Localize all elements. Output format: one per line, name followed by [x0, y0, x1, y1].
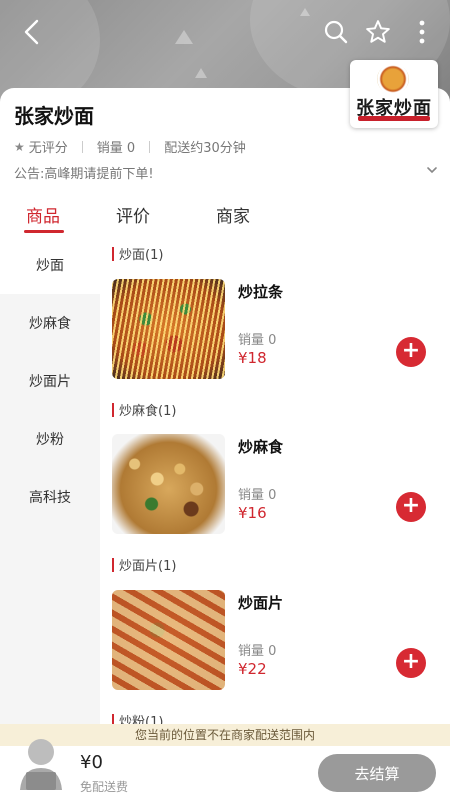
dish-sales: 销量 0 [238, 488, 277, 503]
category-header: 炒面片(1) [112, 555, 176, 574]
dish-price: ¥18 [238, 349, 267, 367]
dish-price: ¥16 [238, 504, 267, 522]
delivery-time: 配送约30分钟 [164, 141, 246, 156]
tab-goods[interactable]: 商品 [26, 202, 60, 227]
category-header: 炒麻食(1) [112, 400, 176, 419]
sidebar-item-chaomashi[interactable]: 炒麻食 [0, 294, 100, 352]
category-header: 炒面(1) [112, 244, 163, 263]
plus-icon: + [401, 338, 421, 363]
checkout-button[interactable]: 去结算 [318, 754, 436, 792]
plus-icon: + [401, 493, 421, 518]
dish-sales: 销量 0 [238, 644, 277, 659]
store-logo: 张家炒面 [350, 60, 438, 128]
add-to-cart-button[interactable]: + [396, 337, 426, 367]
chevron-down-icon[interactable] [426, 164, 438, 176]
back-button[interactable] [14, 14, 50, 50]
dish-name: 炒麻食 [238, 438, 284, 456]
favorite-button[interactable] [360, 14, 396, 50]
more-button[interactable] [404, 14, 440, 50]
sidebar-item-gaokeji[interactable]: 高科技 [0, 468, 100, 526]
active-tab-indicator [24, 230, 64, 233]
list-item[interactable]: 炒麻食 销量 0 ¥16 + [112, 434, 442, 536]
fried-noodle-pieces-image [112, 590, 225, 690]
search-button[interactable] [318, 14, 354, 50]
store-notice: 公告:高峰期请提前下单! [14, 167, 154, 182]
add-to-cart-button[interactable]: + [396, 492, 426, 522]
store-meta: ★ 无评分 销量 0 配送约30分钟 [14, 137, 246, 157]
search-icon [324, 20, 348, 44]
category-title: 炒面(1) [119, 248, 164, 263]
dish-price: ¥22 [238, 660, 267, 678]
avatar-icon[interactable] [12, 732, 70, 796]
sidebar-item-chaomianpian[interactable]: 炒面片 [0, 352, 100, 410]
rating-star-icon: ★ [14, 139, 25, 154]
dish-name: 炒面片 [238, 594, 284, 612]
fried-noodles-image [112, 279, 225, 379]
sidebar-item-chaomian[interactable]: 炒面 [0, 236, 100, 294]
tab-merchant[interactable]: 商家 [216, 202, 250, 227]
star-icon [366, 20, 390, 43]
tab-bar: 商品 评价 商家 [0, 198, 450, 236]
add-to-cart-button[interactable]: + [396, 648, 426, 678]
category-sidebar: 炒面 炒麻食 炒面片 炒粉 高科技 [0, 236, 100, 756]
dish-name: 炒拉条 [238, 283, 284, 301]
more-icon [419, 20, 425, 44]
list-item[interactable]: 炒面片 销量 0 ¥22 + [112, 590, 442, 692]
list-item[interactable]: 炒拉条 销量 0 ¥18 + [112, 279, 442, 381]
store-sales: 销量 0 [96, 141, 136, 156]
category-title: 炒面片(1) [119, 559, 177, 574]
tab-reviews[interactable]: 评价 [116, 202, 150, 227]
back-icon [24, 19, 39, 45]
cart-bar: ¥0 免配送费 去结算 [0, 739, 450, 800]
store-name: 张家炒面 [14, 104, 94, 128]
fried-mashi-image [112, 434, 225, 534]
store-rating: 无评分 [28, 141, 68, 156]
category-title: 炒麻食(1) [119, 404, 177, 419]
plus-icon: + [401, 649, 421, 674]
dish-sales: 销量 0 [238, 333, 277, 348]
sidebar-item-chaofen[interactable]: 炒粉 [0, 410, 100, 468]
cart-total: ¥0 [80, 752, 103, 773]
delivery-fee: 免配送费 [80, 780, 129, 794]
product-list: 炒面(1) 炒拉条 销量 0 ¥18 + 炒麻食(1) 炒麻食 销量 0 ¥16… [100, 236, 450, 756]
